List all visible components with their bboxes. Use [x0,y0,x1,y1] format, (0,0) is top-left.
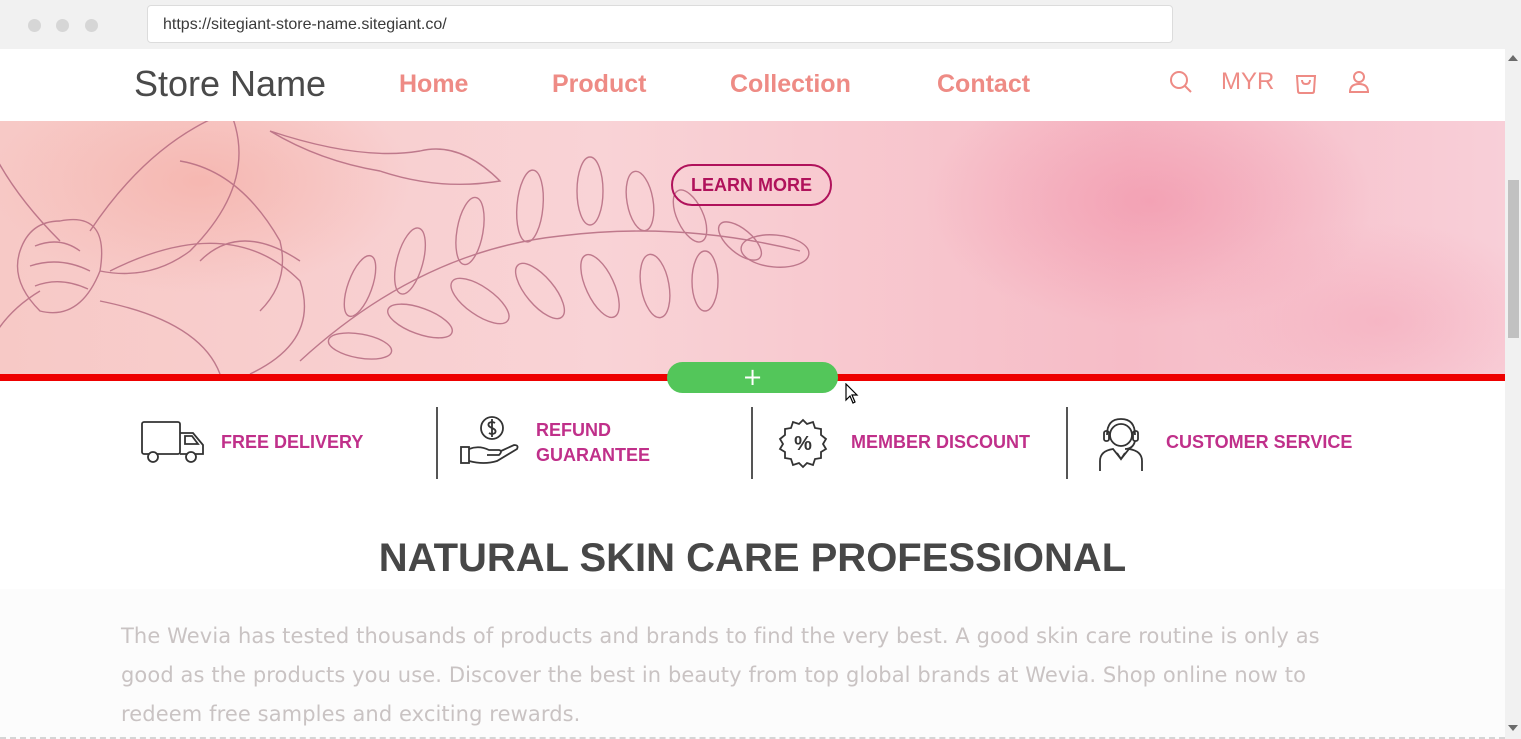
user-icon[interactable] [1347,69,1371,100]
window-close-dot[interactable] [28,19,41,32]
feature-refund-guarantee: REFUND GUARANTEE [459,407,749,479]
page-viewport: Store Name Home Product Collection Conta… [0,49,1505,739]
headset-icon [1097,413,1145,478]
search-icon[interactable] [1169,69,1193,100]
mouse-cursor-icon [845,382,859,410]
feature-divider [436,407,438,479]
refund-icon [459,415,521,472]
feature-label: MEMBER DISCOUNT [851,432,1030,452]
window-minimize-dot[interactable] [56,19,69,32]
truck-icon [140,419,206,472]
nav-contact[interactable]: Contact [937,70,1030,99]
nav-product[interactable]: Product [552,70,646,99]
discount-icon: % [777,417,829,474]
add-section-button[interactable]: + [667,362,838,393]
store-logo[interactable]: Store Name [134,63,326,105]
site-header: Store Name Home Product Collection Conta… [0,49,1505,121]
feature-label: CUSTOMER SERVICE [1166,432,1353,452]
intro-text: The Wevia has tested thousands of produc… [121,624,1320,726]
nav-home[interactable]: Home [399,70,468,99]
scrollbar-thumb[interactable] [1508,180,1519,338]
feature-label: FREE DELIVERY [221,432,364,452]
page-scrollbar[interactable] [1505,49,1521,739]
window-maximize-dot[interactable] [85,19,98,32]
floral-illustration [0,121,810,374]
section-title: NATURAL SKIN CARE PROFESSIONAL [378,536,1127,580]
nav-collection[interactable]: Collection [730,70,851,99]
learn-more-button[interactable]: LEARN MORE [671,164,832,206]
scroll-down-arrow-icon[interactable] [1508,725,1518,731]
cart-icon[interactable] [1294,69,1318,100]
feature-free-delivery: FREE DELIVERY [140,407,430,479]
feature-member-discount: % MEMBER DISCOUNT [777,407,1067,479]
currency-selector[interactable]: MYR [1221,68,1274,96]
svg-text:%: % [794,433,812,455]
feature-divider [1066,407,1068,479]
browser-toolbar: https://sitegiant-store-name.sitegiant.c… [0,0,1521,49]
address-bar[interactable]: https://sitegiant-store-name.sitegiant.c… [147,5,1173,43]
feature-label: REFUND GUARANTEE [536,420,651,465]
hero-banner: LEARN MORE [0,121,1505,374]
scroll-up-arrow-icon[interactable] [1508,55,1518,61]
feature-divider [751,407,753,479]
feature-customer-service: CUSTOMER SERVICE [1097,407,1387,479]
